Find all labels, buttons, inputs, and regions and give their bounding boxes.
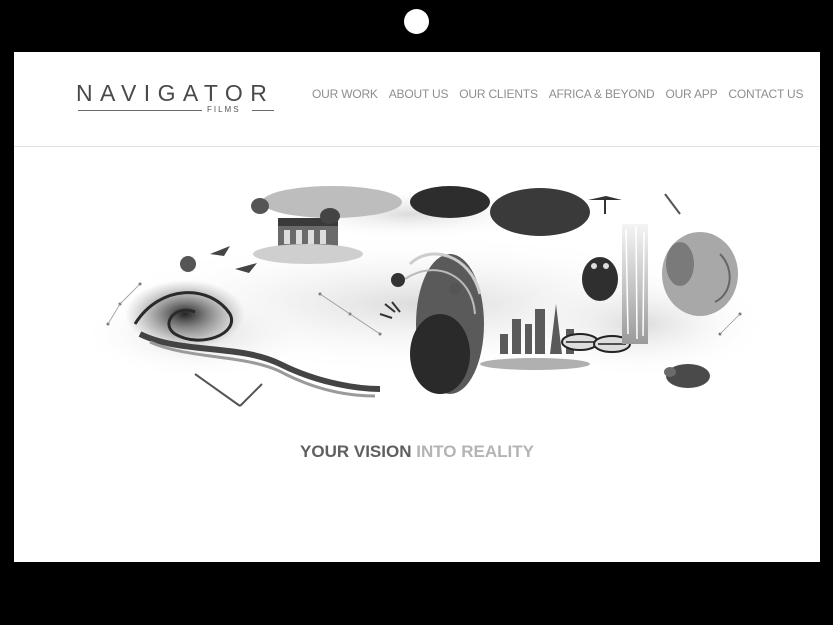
nav-contact-us[interactable]: CONTACT US <box>728 86 803 102</box>
tagline-light: INTO REALITY <box>416 442 534 461</box>
tablet-device: NAVIGATOR FILMS OUR WORK ABOUT US OUR CL… <box>0 0 833 625</box>
nav-about-us[interactable]: ABOUT US <box>389 86 449 102</box>
hero-tagline: YOUR VISION INTO REALITY <box>14 442 820 462</box>
site-header: NAVIGATOR FILMS OUR WORK ABOUT US OUR CL… <box>14 52 820 147</box>
tagline-strong: YOUR VISION <box>300 442 412 461</box>
logo-subtitle: FILMS <box>207 105 241 114</box>
nav-our-work[interactable]: OUR WORK <box>312 86 378 102</box>
camera-dot <box>404 9 429 34</box>
logo-rule-left <box>78 110 202 111</box>
nav-our-app[interactable]: OUR APP <box>665 86 717 102</box>
hero-collage-image <box>80 184 760 420</box>
logo-rule-right <box>252 110 274 111</box>
navigator-films-logo[interactable]: NAVIGATOR FILMS <box>76 80 276 120</box>
collage-artwork <box>80 186 760 407</box>
website-screen: NAVIGATOR FILMS OUR WORK ABOUT US OUR CL… <box>14 52 820 562</box>
nav-africa-beyond[interactable]: AFRICA & BEYOND <box>549 86 655 102</box>
logo-wordmark: NAVIGATOR <box>76 80 275 106</box>
nav-our-clients[interactable]: OUR CLIENTS <box>459 86 538 102</box>
main-navigation: OUR WORK ABOUT US OUR CLIENTS AFRICA & B… <box>312 86 804 102</box>
